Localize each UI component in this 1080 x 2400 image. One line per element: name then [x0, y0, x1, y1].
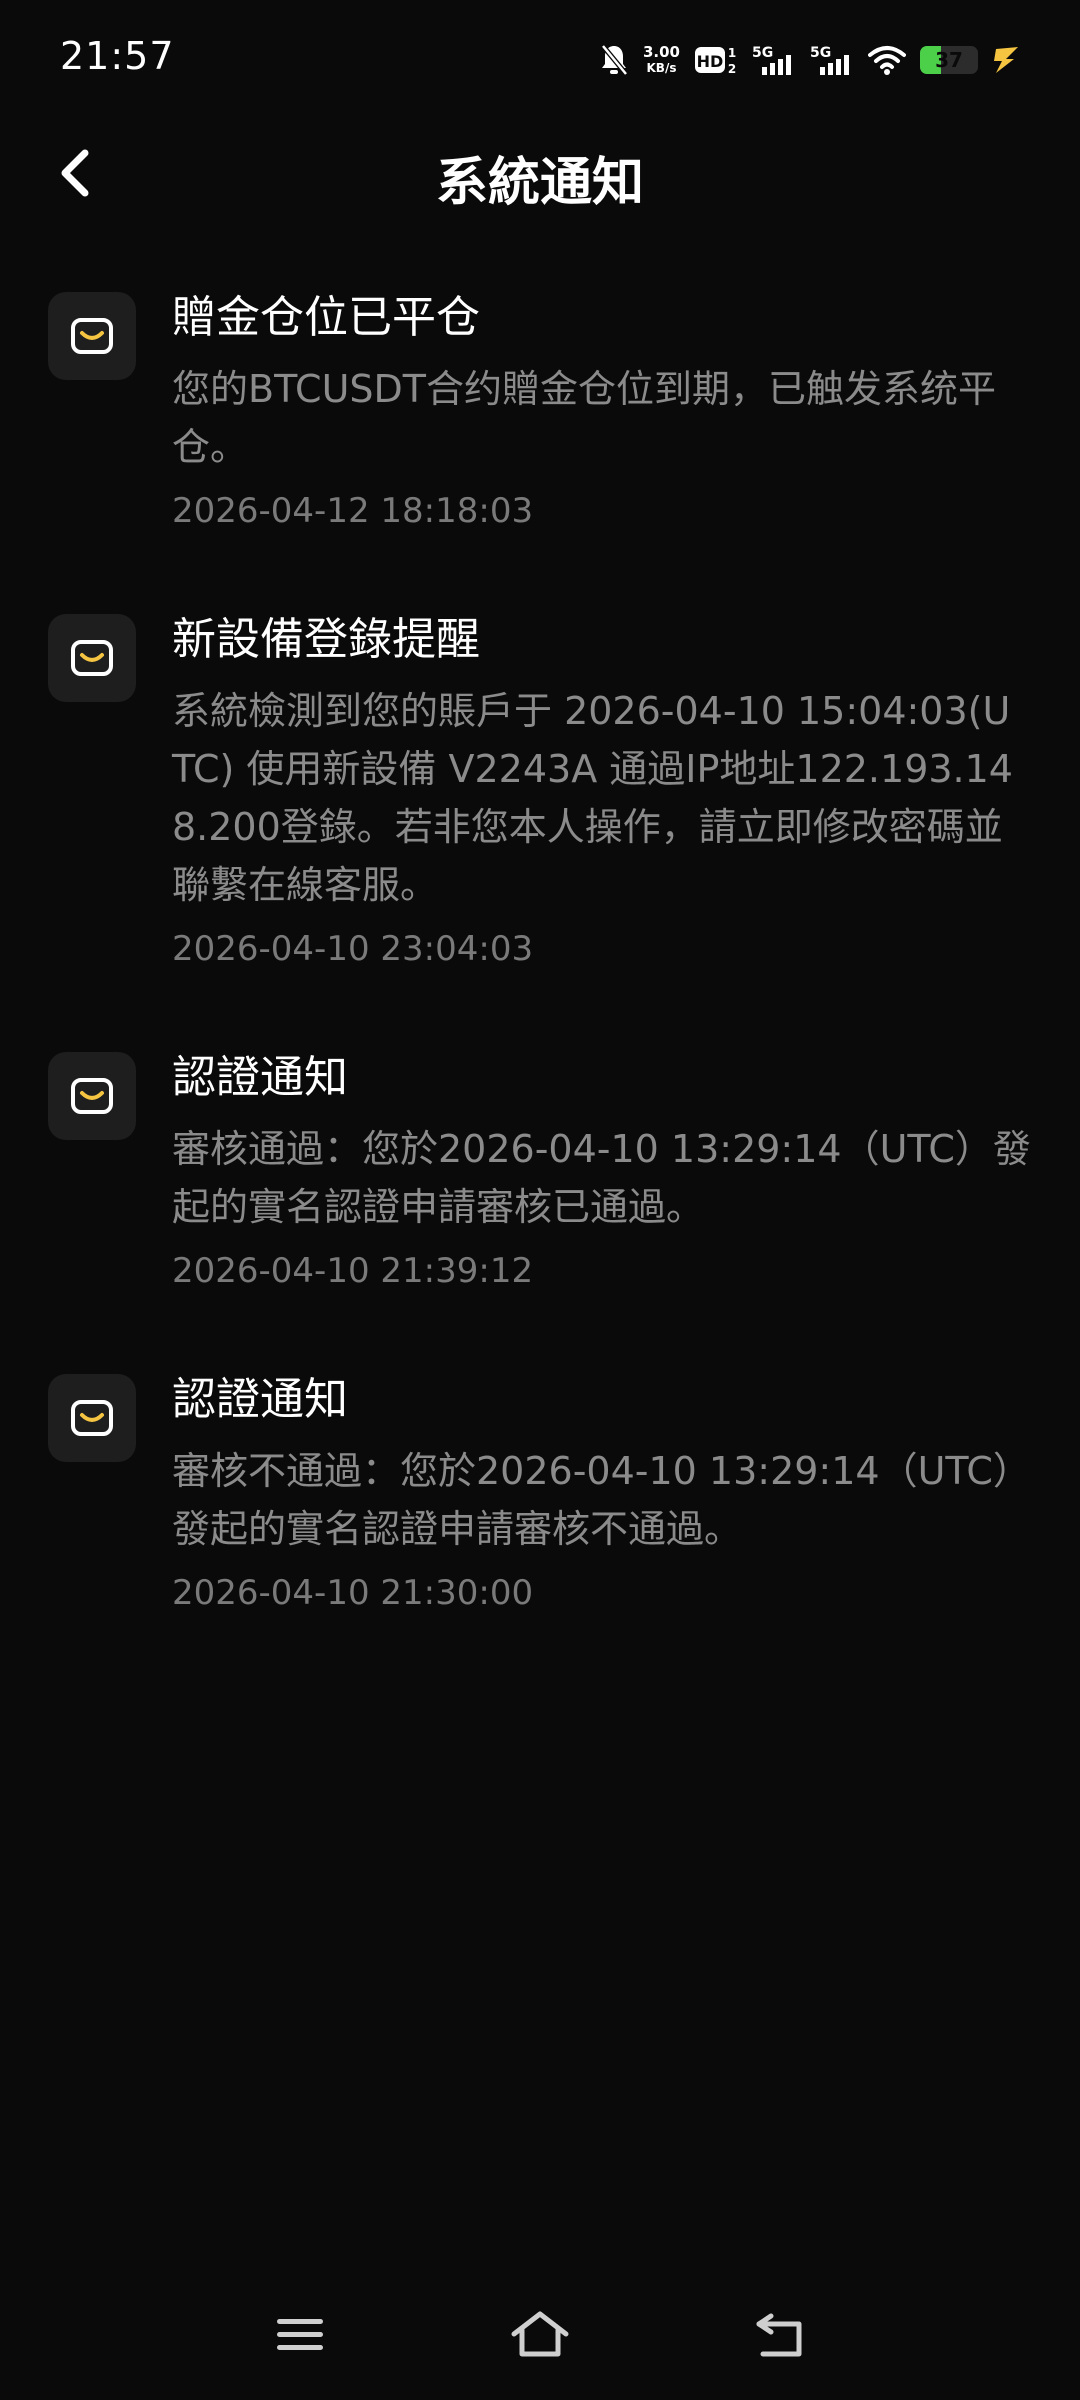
network-speed: 3.00 KB/s: [643, 44, 680, 76]
svg-text:5G: 5G: [752, 45, 773, 61]
notification-icon-tile: [48, 1052, 136, 1140]
hd-icon: HD 1 2: [694, 43, 738, 77]
battery-level: 37: [935, 48, 963, 72]
home-button[interactable]: [505, 2300, 575, 2370]
notification-content: 審核通過：您於2026-04-10 13:29:14（UTC）發起的實名認證申請…: [172, 1127, 1031, 1229]
wifi-icon: [868, 43, 906, 77]
menu-icon: [277, 2319, 323, 2350]
notification-icon-tile: [48, 292, 136, 380]
page-title: 系統通知: [435, 153, 644, 213]
battery-icon: 37: [920, 46, 978, 74]
notification-item[interactable]: 認證通知 審核通過：您於2026-04-10 13:29:14（UTC）發起的實…: [0, 1046, 1080, 1296]
mail-icon: [71, 1400, 113, 1436]
notification-body: 新設備登錄提醒 系統檢測到您的賬戶于 2026-04-10 15:04:03(U…: [172, 608, 1032, 974]
svg-text:HD: HD: [697, 52, 724, 71]
notification-time: 2026-04-10 21:30:00: [172, 1573, 534, 1613]
notification-item[interactable]: 新設備登錄提醒 系統檢測到您的賬戶于 2026-04-10 15:04:03(U…: [0, 608, 1080, 974]
mail-icon: [71, 318, 113, 354]
back-nav-button[interactable]: [745, 2300, 815, 2370]
notification-item[interactable]: 贈金仓位已平仓 您的BTCUSDT合约贈金仓位到期，已触发系统平仓。 2026-…: [0, 286, 1080, 536]
header: 系統通知: [0, 120, 1080, 230]
notification-body: 認證通知 審核不通過：您於2026-04-10 13:29:14（UTC）發起的…: [172, 1368, 1032, 1618]
network-speed-value: 3.00: [642, 43, 680, 61]
notification-title: 認證通知: [172, 1374, 348, 1425]
notification-time: 2026-04-10 21:39:12: [172, 1251, 534, 1291]
notification-list: 贈金仓位已平仓 您的BTCUSDT合约贈金仓位到期，已触发系统平仓。 2026-…: [0, 286, 1080, 1690]
notification-body: 贈金仓位已平仓 您的BTCUSDT合约贈金仓位到期，已触发系统平仓。 2026-…: [172, 286, 1032, 536]
home-icon: [511, 2311, 569, 2357]
notification-item[interactable]: 認證通知 審核不通過：您於2026-04-10 13:29:14（UTC）發起的…: [0, 1368, 1080, 1618]
notification-icon-tile: [48, 614, 136, 702]
svg-text:1: 1: [728, 46, 736, 60]
status-time: 21:57: [60, 34, 175, 78]
notification-time: 2026-04-10 23:04:03: [172, 929, 534, 969]
notification-content: 您的BTCUSDT合约贈金仓位到期，已触发系统平仓。: [172, 367, 996, 469]
notification-icon-tile: [48, 1374, 136, 1462]
svg-text:5G: 5G: [810, 45, 831, 61]
status-icons: 3.00 KB/s HD 1 2 5G 5G 37: [599, 38, 1020, 82]
notification-content: 審核不通過：您於2026-04-10 13:29:14（UTC）發起的實名認證申…: [172, 1449, 1031, 1551]
svg-text:2: 2: [728, 62, 736, 76]
status-bar: 21:57 3.00 KB/s HD 1 2 5G 5G 37: [0, 0, 1080, 120]
mail-icon: [71, 1078, 113, 1114]
back-nav-icon: [756, 2313, 802, 2357]
system-nav-bar: [0, 2290, 1080, 2380]
signal-5g-icon: 5G: [810, 43, 854, 77]
notification-title: 贈金仓位已平仓: [172, 292, 480, 343]
notification-time: 2026-04-12 18:18:03: [172, 491, 534, 531]
notification-content: 系統檢測到您的賬戶于 2026-04-10 15:04:03(UTC) 使用新設…: [172, 689, 1013, 907]
bell-off-icon: [599, 43, 629, 77]
signal-5g-icon: 5G: [752, 43, 796, 77]
network-speed-unit: KB/s: [646, 61, 677, 75]
notification-body: 認證通知 審核通過：您於2026-04-10 13:29:14（UTC）發起的實…: [172, 1046, 1032, 1296]
notification-title: 認證通知: [172, 1052, 348, 1103]
menu-button[interactable]: [265, 2300, 335, 2370]
notification-title: 新設備登錄提醒: [172, 614, 480, 665]
mail-icon: [71, 640, 113, 676]
charging-icon: [992, 43, 1020, 77]
